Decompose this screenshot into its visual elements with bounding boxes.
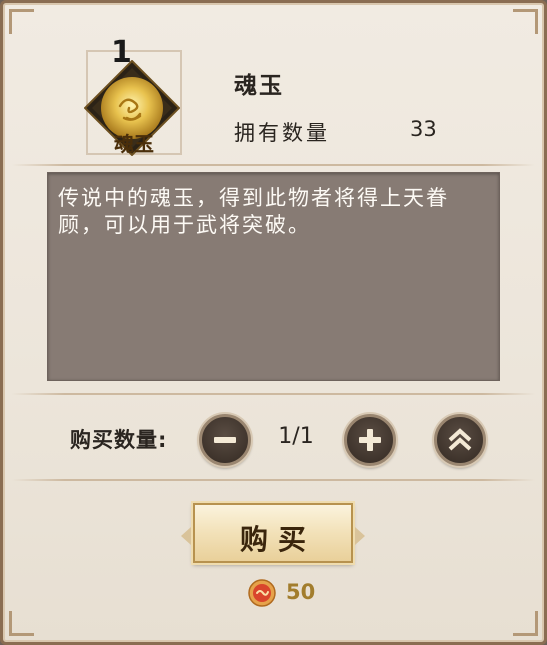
item-name: 魂玉 xyxy=(234,73,284,99)
frame-corner xyxy=(9,9,34,34)
frame-corner xyxy=(9,611,34,636)
decrease-quantity-button[interactable] xyxy=(199,414,251,466)
max-quantity-button[interactable] xyxy=(434,414,486,466)
price-value: 50 xyxy=(286,580,316,604)
buy-button-label: 购买 xyxy=(239,523,316,556)
purchase-quantity-label: 购买数量: xyxy=(70,428,168,452)
coin-icon xyxy=(248,579,276,607)
divider xyxy=(12,479,535,481)
arrow-right-icon xyxy=(355,527,365,545)
frame-corner xyxy=(513,611,538,636)
quantity-value: 1/1 xyxy=(278,424,314,449)
item-icon-caption: 魂玉 xyxy=(114,132,154,156)
arrow-left-icon xyxy=(181,527,191,545)
plus-icon xyxy=(359,429,381,451)
owned-count-value: 33 xyxy=(410,117,437,141)
owned-count-label: 拥有数量 xyxy=(234,121,330,145)
item-count: 1 xyxy=(111,35,132,70)
buy-button[interactable]: 购买 xyxy=(181,503,365,563)
divider xyxy=(12,393,535,395)
divider xyxy=(12,164,535,166)
minus-icon xyxy=(214,437,236,443)
item-description: 传说中的魂玉，得到此物者将得上天眷顾，可以用于武将突破。 xyxy=(58,186,449,237)
increase-quantity-button[interactable] xyxy=(344,414,396,466)
description-panel: 传说中的魂玉，得到此物者将得上天眷顾，可以用于武将突破。 xyxy=(47,172,500,381)
frame-corner xyxy=(513,9,538,34)
double-chevron-up-icon xyxy=(448,428,472,451)
